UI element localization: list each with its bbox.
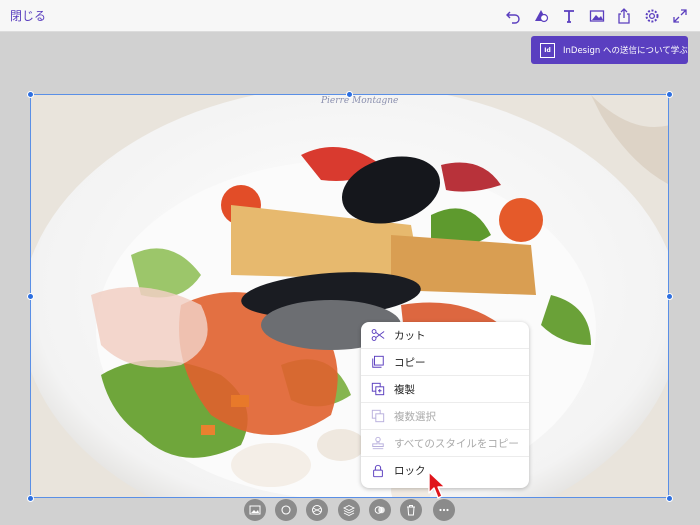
menu-item-cut[interactable]: カット [361,322,529,349]
copy-icon [370,354,386,370]
resize-handle[interactable] [27,293,34,300]
menu-item-copy[interactable]: コピー [361,349,529,376]
multi-select-icon [370,408,386,424]
menu-item-label: すべてのスタイルをコピー [394,437,519,450]
menu-item-label: ロック [394,465,426,477]
menu-item-label: 複製 [394,383,415,396]
selected-photo-frame[interactable]: Pierre Montagne [30,94,669,498]
resize-handle[interactable] [666,495,673,502]
shape-mask-icon[interactable] [275,499,297,521]
indesign-button-label: InDesign への送信について学ぶ [563,46,688,56]
resize-handle[interactable] [666,293,673,300]
shape-icon[interactable] [531,6,551,26]
menu-item-label: カット [394,329,426,342]
mouse-pointer-icon [428,471,446,499]
blend-icon[interactable] [369,499,391,521]
stamp-icon [370,435,386,451]
close-button[interactable]: 閉じる [10,7,46,24]
resize-handle[interactable] [346,91,353,98]
context-menu: カット コピー 複製 複数選択 すべてのスタイルをコピー ロック [361,322,529,488]
scissors-icon [370,327,386,343]
replace-image-icon[interactable] [244,499,266,521]
resize-handle[interactable] [666,91,673,98]
menu-item-label: コピー [394,356,426,369]
menu-item-label: 複数選択 [394,410,436,423]
top-toolbar: 閉じる [0,0,700,32]
resize-handle[interactable] [27,495,34,502]
plate-logo-text: Pierre Montagne [320,96,398,106]
food-photo: Pierre Montagne [31,95,668,497]
share-icon[interactable] [614,6,634,26]
duplicate-icon [370,381,386,397]
pattern-icon[interactable] [306,499,328,521]
text-icon[interactable] [559,6,579,26]
layers-icon[interactable] [338,499,360,521]
indesign-logo-icon: Id [540,42,555,58]
expand-icon[interactable] [670,6,690,26]
delete-icon[interactable] [400,499,422,521]
menu-item-copy-all-styles[interactable]: すべてのスタイルをコピー [361,430,529,457]
settings-icon[interactable] [642,6,662,26]
resize-handle[interactable] [27,91,34,98]
menu-item-duplicate[interactable]: 複製 [361,376,529,403]
more-icon[interactable] [433,499,455,521]
image-icon[interactable] [587,6,607,26]
lock-icon [370,463,386,479]
indesign-info-button[interactable]: Id InDesign への送信について学ぶ [531,36,688,64]
undo-icon[interactable] [503,6,523,26]
menu-item-multi-select[interactable]: 複数選択 [361,403,529,430]
